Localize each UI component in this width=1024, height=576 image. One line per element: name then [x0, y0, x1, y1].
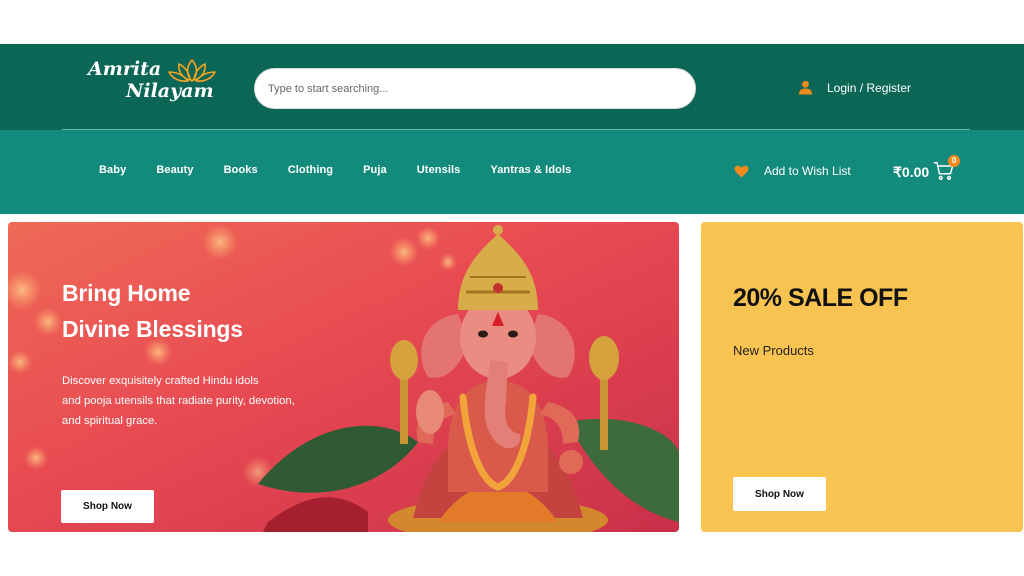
nav-item-yantras-idols[interactable]: Yantras & Idols: [490, 164, 571, 176]
cart-icon-wrap: 0: [933, 155, 961, 182]
promo-subtitle: New Products: [733, 343, 814, 358]
hero-desc-line1: Discover exquisitely crafted Hindu idols: [62, 375, 259, 387]
wishlist-link[interactable]: Add to Wish List: [734, 164, 851, 178]
logo-line2: Nilayam: [126, 80, 214, 102]
wishlist-label: Add to Wish List: [764, 164, 851, 178]
nav-item-puja[interactable]: Puja: [363, 164, 387, 176]
nav-item-baby[interactable]: Baby: [99, 164, 126, 176]
promo-shop-now-button[interactable]: Shop Now: [733, 477, 826, 511]
header-divider: [62, 129, 970, 130]
hero-desc-line2: and pooja utensils that radiate purity, …: [62, 395, 295, 407]
user-icon: [798, 80, 813, 95]
hero-title-line1: Bring Home: [62, 280, 191, 306]
hero-title: Bring Home Divine Blessings: [62, 275, 243, 347]
promo-title: 20% SALE OFF: [733, 284, 908, 312]
hero-shop-now-button[interactable]: Shop Now: [61, 490, 154, 523]
logo-text: Amrita Nilayam: [88, 58, 214, 102]
login-register-link[interactable]: Login / Register: [798, 80, 911, 95]
login-register-label: Login / Register: [827, 80, 912, 95]
brand-logo[interactable]: Amrita Nilayam: [88, 56, 228, 114]
category-nav: Baby Beauty Books Clothing Puja Utensils…: [99, 164, 601, 176]
hero-desc-line3: and spiritual grace.: [62, 415, 158, 427]
nav-item-clothing[interactable]: Clothing: [288, 164, 333, 176]
search-box[interactable]: [254, 68, 696, 109]
heart-icon: [734, 165, 749, 178]
logo-line1: Amrita: [88, 58, 162, 80]
cart-total: ₹0.00: [893, 163, 930, 180]
hero-title-line2: Divine Blessings: [62, 316, 243, 342]
cart-button[interactable]: ₹0.00 0: [893, 155, 961, 182]
nav-item-books[interactable]: Books: [224, 164, 258, 176]
nav-item-utensils[interactable]: Utensils: [417, 164, 461, 176]
search-input[interactable]: [255, 69, 695, 108]
nav-item-beauty[interactable]: Beauty: [156, 164, 193, 176]
hero-description: Discover exquisitely crafted Hindu idols…: [62, 371, 322, 431]
